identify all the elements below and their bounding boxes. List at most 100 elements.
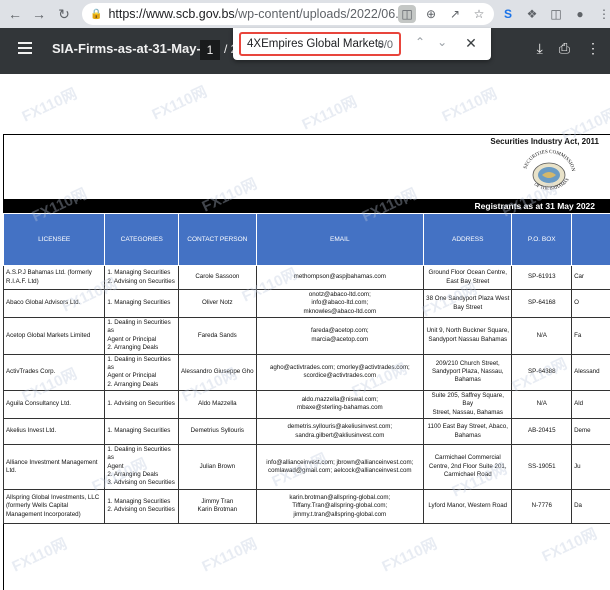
zoom-icon[interactable]: ⊕	[422, 5, 440, 23]
cell-contact-line: Alessandro Giuseppe Gho	[181, 368, 254, 376]
cell-categories-line: 1. Managing Securities	[107, 299, 171, 307]
url-text[interactable]: https://www.scb.gov.bs/wp-content/upload…	[108, 7, 405, 21]
watermark-logo: FX110网	[299, 93, 360, 134]
sidepanel-icon[interactable]: ◫	[546, 4, 566, 24]
table-row: ActivTrades Corp. 1. Dealing in Securitie…	[2, 353, 610, 391]
cell-email: onotz@abaco-ltd.com; info@abaco-ltd.com; m…	[255, 288, 425, 319]
header-email: EMAIL	[255, 213, 425, 266]
cell-address-line: Bahamas	[454, 431, 481, 439]
table-row: Allspring Global Investments, LLC (forme…	[2, 488, 610, 524]
cell-address-line: Centre, 2nd Floor Suite 201,	[428, 462, 507, 470]
table-header-row: LICENSEE CATEGORIES CONTACT PERSON EMAIL…	[2, 213, 610, 266]
table-row: Abaco Global Advisors Ltd. 1. Managing Se…	[2, 288, 610, 319]
watermark-logo: FX110网	[19, 85, 80, 126]
cell-address-line: Ground Floor Ocean Centre,	[428, 269, 507, 277]
cell-address-line: East Bay Street	[446, 277, 490, 285]
page-number-input[interactable]: 1	[200, 40, 220, 60]
act-title: Securities Industry Act, 2011	[490, 137, 599, 146]
cell-po-box: SP-61913	[511, 265, 573, 290]
find-bar: 4XEmpires Global Markets 0/0 ⌃ ⌄ ✕	[233, 28, 491, 60]
cell-licensee: Aguila Consultancy Ltd.	[2, 389, 106, 420]
header-contact-person: CONTACT PERSON	[178, 213, 257, 266]
cell-contact-line: Carole Sassoon	[195, 273, 240, 281]
cell-contact: Demetrius Syllouris	[178, 418, 257, 446]
back-arrow-icon[interactable]: ←	[4, 3, 26, 25]
cell-categories-line: 1. Managing Securities	[107, 427, 171, 435]
cell-email: methompson@aspjbahamas.com	[255, 265, 425, 290]
cell-email-line: info@abaco-ltd.com;	[311, 299, 369, 307]
cell-email-line: demetris.syllouris@akeliusinvest.com;	[287, 423, 393, 431]
menu-dots-icon[interactable]: ⋮	[594, 4, 610, 24]
cell-address-line: 1100 East Bay Street, Abaco,	[427, 423, 508, 431]
cell-po-box: N-7776	[511, 488, 573, 524]
table-row: Alliance Investment Management Ltd. 1. De…	[2, 444, 610, 490]
pdf-page: Securities Industry Act, 2011 SECURITIES…	[2, 134, 610, 590]
forward-arrow-icon[interactable]: →	[28, 3, 50, 25]
address-bar[interactable]: 🔒 https://www.scb.gov.bs/wp-content/uplo…	[82, 3, 494, 25]
cell-email-line: agho@activtrades.com; cmorley@activtrade…	[269, 363, 410, 371]
cell-email-line: marcia@acetop.com	[311, 335, 369, 343]
hamburger-menu-icon[interactable]	[18, 42, 32, 54]
watermark-logo: FX110网	[439, 85, 500, 126]
cell-email: agho@activtrades.com; cmorley@activtrade…	[255, 353, 425, 391]
url-host: https://www.scb.gov.bs	[108, 7, 235, 21]
cell-cutoff: Ald	[571, 389, 610, 420]
pdf-icon[interactable]: ◫	[398, 5, 416, 23]
cell-address: Carmichael Commercial Centre, 2nd Floor S…	[422, 444, 513, 490]
share-icon[interactable]: ↗	[446, 5, 464, 23]
cell-cutoff: Fa	[571, 317, 610, 355]
cell-po-box: AB-20415	[511, 418, 573, 446]
cell-email-line: onotz@abaco-ltd.com;	[308, 291, 371, 298]
close-icon[interactable]: ✕	[465, 35, 477, 52]
cell-categories-line: Agent or Principal	[107, 372, 157, 380]
more-options-icon[interactable]: ⋮	[586, 40, 600, 57]
cell-contact-line: Aldo Mazzella	[198, 400, 237, 408]
cell-address: 38 One Sandyport Plaza West Bay Street	[422, 288, 513, 319]
cell-address: Ground Floor Ocean Centre, East Bay Stree…	[422, 265, 513, 290]
cell-email-line: comlawad@gmail.com; aelcock@allianceinve…	[268, 466, 412, 474]
cell-licensee: Acetop Global Markets Limited	[2, 317, 106, 355]
cell-categories-line: Agent	[107, 462, 124, 470]
cell-categories-line: 1. Dealing in Securities as	[107, 355, 171, 371]
find-input[interactable]: 4XEmpires Global Markets 0/0	[239, 32, 401, 56]
puzzle-icon[interactable]: ❖	[522, 4, 542, 24]
cell-address-line: Bahamas	[454, 376, 481, 384]
cell-categories-line: 2. Arranging Deals	[107, 344, 159, 352]
cell-email-line: mknowles@abaco-ltd.com	[303, 307, 377, 315]
find-count: 0/0	[377, 39, 393, 51]
lock-icon[interactable]: 🔒	[90, 9, 102, 20]
print-icon[interactable]: ⎙	[559, 40, 570, 57]
reload-icon[interactable]: ↻	[53, 3, 75, 25]
cell-categories: 1. Dealing in Securities as Agent or Prin…	[104, 317, 180, 355]
cell-po-box: N/A	[511, 389, 573, 420]
cell-address-line: Bay Street	[453, 303, 483, 311]
cell-po-box: SP-64388	[511, 353, 573, 391]
cell-categories: 1. Managing Securities	[104, 418, 180, 446]
cell-licensee: Akelius Invest Ltd.	[2, 418, 106, 446]
find-next-icon[interactable]: ⌄	[437, 35, 447, 52]
download-icon[interactable]: ⤓	[537, 40, 543, 57]
cell-categories: 1. Dealing in Securities as Agent or Prin…	[104, 353, 180, 391]
header-cutoff	[571, 213, 610, 266]
cell-categories: 1. Managing Securities 2. Advising on Sec…	[104, 265, 180, 290]
cell-categories-line: 2. Advising on Securities	[107, 506, 175, 514]
cell-email-line: sandra.gilbert@akliusinvest.com	[295, 431, 385, 439]
cell-cutoff: Deme	[571, 418, 610, 446]
cell-contact: Julian Brown	[178, 444, 257, 490]
pdf-title: SIA-Firms-as-at-31-May-2...	[52, 41, 219, 56]
star-icon[interactable]: ☆	[470, 5, 488, 23]
cell-address: Lyford Manor, Western Road	[422, 488, 513, 524]
find-previous-icon[interactable]: ⌃	[415, 35, 425, 52]
cell-cutoff: Car	[571, 265, 610, 290]
cell-po-box: SS-19051	[511, 444, 573, 490]
cell-contact-line: Fareda Sands	[197, 331, 237, 339]
cell-email: aldo.mazzella@niswal.com; mbaxe@sterling-…	[255, 389, 425, 420]
cell-contact-line: Jimmy Tran	[201, 497, 234, 505]
cell-licensee: ActivTrades Corp.	[2, 353, 106, 391]
cell-categories: 1. Dealing in Securities as Agent 2. Arran…	[104, 444, 180, 490]
extension-icon[interactable]: S	[498, 4, 518, 24]
table-row: Acetop Global Markets Limited 1. Dealing …	[2, 317, 610, 355]
pdf-viewport[interactable]: Securities Industry Act, 2011 SECURITIES…	[0, 74, 610, 590]
cell-contact-line: Oliver Notz	[202, 299, 233, 307]
profile-icon[interactable]: ●	[570, 4, 590, 24]
